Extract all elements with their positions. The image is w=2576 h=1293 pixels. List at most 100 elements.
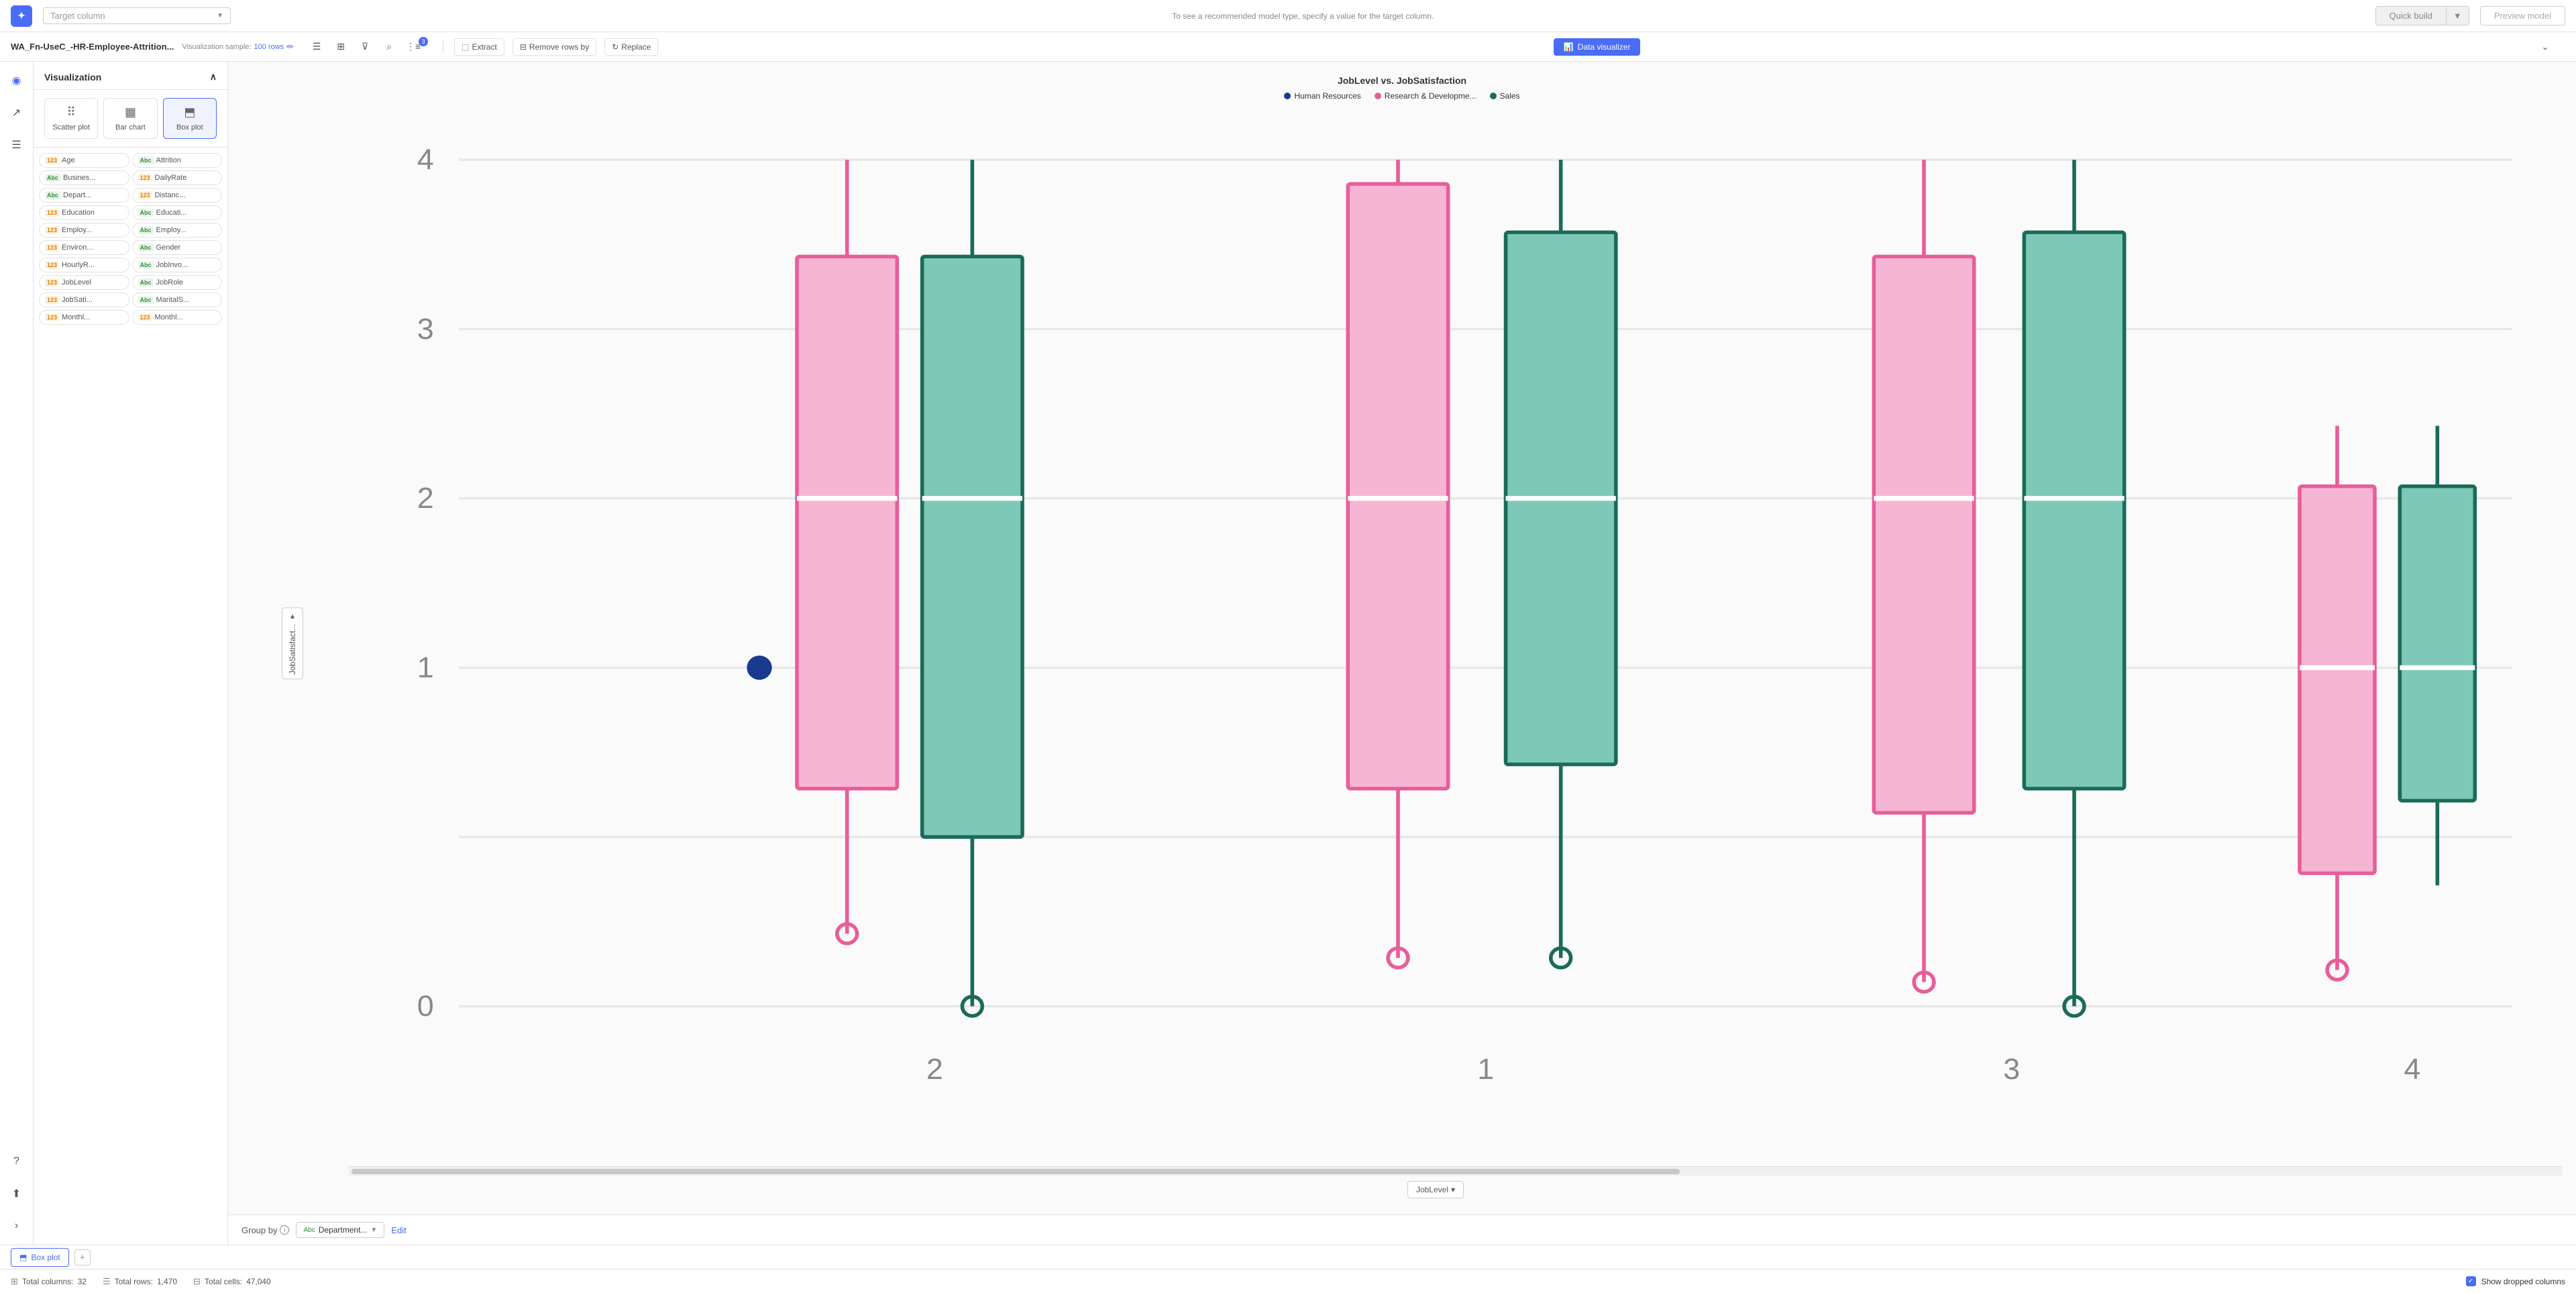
chart-title: JobLevel vs. JobSatisfaction	[241, 75, 2563, 86]
chart-main: JobLevel vs. JobSatisfaction Human Resou…	[228, 62, 2576, 1214]
field-name: Employ...	[156, 226, 186, 234]
show-dropped-checkbox[interactable]: ✓	[2466, 1276, 2476, 1286]
viz-types: ⠿ Scatter plot ▦ Bar chart ⬒ Box plot	[34, 90, 227, 148]
nav-menu-icon[interactable]: ☰	[6, 134, 28, 156]
extract-button[interactable]: ⬚ Extract	[454, 38, 504, 56]
x-axis-selector[interactable]: JobLevel ▾	[1407, 1181, 1464, 1198]
field-tag[interactable]: 123DailyRate	[132, 170, 223, 185]
field-tag[interactable]: AbcAttrition	[132, 153, 223, 168]
scatter-plot-icon: ⠿	[67, 105, 76, 119]
field-tag[interactable]: AbcDepart...	[39, 188, 129, 203]
sample-count[interactable]: 100 rows	[254, 43, 284, 51]
field-name: MaritalS...	[156, 296, 190, 304]
field-name: Distanc...	[155, 191, 186, 199]
target-column-placeholder: Target column	[50, 11, 105, 21]
field-tag[interactable]: AbcGender	[132, 240, 223, 255]
field-tag[interactable]: AbcMaritalS...	[132, 293, 223, 307]
secondary-bar: WA_Fn-UseC_-HR-Employee-Attrition... Vis…	[0, 32, 2576, 62]
data-visualizer-button[interactable]: 📊 Data visualizer	[1554, 38, 1641, 56]
groupby-select[interactable]: Abc Department... ▼	[296, 1222, 384, 1238]
field-tag[interactable]: AbcEducati...	[132, 205, 223, 220]
groupby-bar: Group by i Abc Department... ▼ Edit	[228, 1214, 2576, 1245]
quick-build-button[interactable]: Quick build	[2376, 7, 2447, 25]
field-tag[interactable]: 123Monthl...	[132, 310, 223, 325]
field-tag[interactable]: AbcBusines...	[39, 170, 129, 185]
field-name: JobInvo...	[156, 261, 189, 269]
remove-rows-button[interactable]: ⊟ Remove rows by	[513, 38, 596, 56]
field-tag[interactable]: 123Employ...	[39, 223, 129, 238]
nav-help-icon[interactable]: ?	[6, 1151, 28, 1172]
columns-stat-icon: ⊞	[11, 1276, 18, 1287]
add-tab-button[interactable]: +	[74, 1249, 91, 1265]
x-axis-area: JobLevel ▾	[241, 1176, 2563, 1201]
groupby-label-text: Group by	[241, 1225, 277, 1235]
topbar-hint: To see a recommended model type, specify…	[241, 11, 2365, 21]
field-tag[interactable]: 123Monthl...	[39, 310, 129, 325]
nav-data-icon[interactable]: ◉	[6, 70, 28, 91]
active-tab[interactable]: ⬒ Box plot	[11, 1248, 69, 1267]
y-axis-selector[interactable]: JobSatisfact... ▾	[282, 607, 303, 679]
legend-dot-sales	[1490, 93, 1497, 99]
x-scrollbar-thumb[interactable]	[352, 1169, 1680, 1174]
list-view-icon[interactable]: ☰	[307, 38, 326, 56]
field-tag[interactable]: AbcJobRole	[132, 275, 223, 290]
app-logo: ✦	[11, 5, 32, 27]
field-tag[interactable]: 123Age	[39, 153, 129, 168]
field-tag[interactable]: 123Education	[39, 205, 129, 220]
chart-wrapper: JobSatisfact... ▾	[241, 111, 2563, 1176]
grid-view-icon[interactable]: ⊞	[331, 38, 350, 56]
x-axis-chevron-icon: ▾	[1451, 1185, 1455, 1194]
nav-transform-icon[interactable]: ↗	[6, 102, 28, 123]
total-cells-value: 47,040	[246, 1277, 271, 1286]
nav-export-icon[interactable]: ⬆	[6, 1183, 28, 1204]
field-tag[interactable]: 123Distanc...	[132, 188, 223, 203]
chart-legend: Human Resources Research & Developme... …	[241, 91, 2563, 101]
x-scrollbar[interactable]	[349, 1166, 2563, 1176]
field-type-badge: 123	[45, 296, 59, 304]
target-column-select[interactable]: Target column ▼	[43, 7, 231, 24]
groupby-info-icon: i	[280, 1225, 289, 1235]
field-type-badge: 123	[45, 244, 59, 252]
footer-bar: ⊞ Total columns: 32 ☰ Total rows: 1,470 …	[0, 1269, 2576, 1293]
legend-item-rd: Research & Developme...	[1375, 91, 1477, 101]
main-content: ◉ ↗ ☰ ? ⬆ › Visualization ∧ ⠿ Scatter pl…	[0, 62, 2576, 1245]
scatter-plot-button[interactable]: ⠿ Scatter plot	[44, 98, 98, 139]
replace-button[interactable]: ↻ Replace	[604, 38, 658, 56]
total-cells-label: Total cells:	[205, 1277, 242, 1286]
field-type-badge: 123	[45, 261, 59, 269]
field-type-badge: Abc	[138, 156, 154, 164]
viz-panel-collapse-icon[interactable]: ∧	[210, 71, 217, 83]
svg-text:4: 4	[417, 144, 434, 176]
filter-icon[interactable]: ⊽	[356, 38, 374, 56]
nav-expand-icon[interactable]: ›	[6, 1215, 28, 1237]
total-cells-stat: ⊟ Total cells: 47,040	[193, 1276, 271, 1287]
legend-label-rd: Research & Developme...	[1385, 91, 1477, 101]
replace-icon: ↻	[612, 42, 619, 52]
field-name: Attrition	[156, 156, 181, 164]
edit-link[interactable]: Edit	[391, 1225, 406, 1235]
field-name: HourlyR...	[62, 261, 95, 269]
y-axis-chevron-icon: ▾	[288, 612, 297, 621]
field-tag[interactable]: AbcEmploy...	[132, 223, 223, 238]
search-icon[interactable]: ⌕	[380, 38, 398, 56]
field-tag[interactable]: 123HourlyR...	[39, 258, 129, 272]
field-type-badge: 123	[138, 191, 152, 199]
field-tag[interactable]: 123JobLevel	[39, 275, 129, 290]
show-dropped-columns[interactable]: ✓ Show dropped columns	[2466, 1276, 2565, 1286]
abc-type-icon: Abc	[303, 1227, 315, 1234]
collapse-button[interactable]: ⌄	[2536, 38, 2555, 56]
edit-pencil-icon[interactable]: ✏	[286, 42, 294, 52]
field-type-badge: Abc	[45, 174, 60, 182]
quick-build-group: Quick build ▼	[2375, 6, 2469, 25]
box-plot-label: Box plot	[176, 123, 203, 132]
remove-rows-icon: ⊟	[520, 42, 527, 52]
quick-build-arrow-button[interactable]: ▼	[2447, 7, 2469, 25]
bar-chart-button[interactable]: ▦ Bar chart	[103, 98, 157, 139]
field-tag[interactable]: 123JobSati...	[39, 293, 129, 307]
preview-model-button[interactable]: Preview model	[2480, 6, 2565, 25]
field-tag[interactable]: AbcJobInvo...	[132, 258, 223, 272]
box-plot-button[interactable]: ⬒ Box plot	[163, 98, 217, 139]
field-tag[interactable]: 123Environ...	[39, 240, 129, 255]
file-name: WA_Fn-UseC_-HR-Employee-Attrition...	[11, 42, 174, 52]
field-name: Education	[62, 209, 95, 217]
